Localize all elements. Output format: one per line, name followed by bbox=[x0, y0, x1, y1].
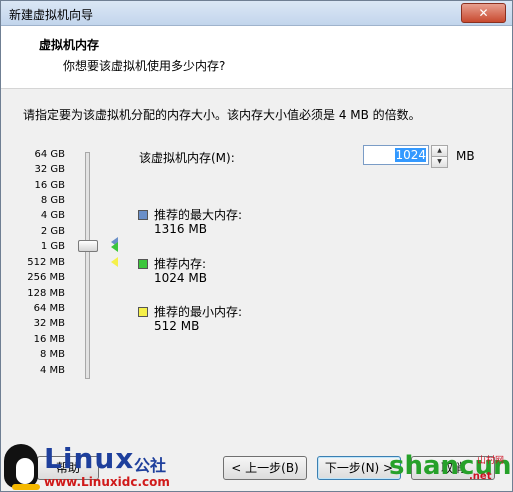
memory-value: 1024 bbox=[395, 148, 426, 162]
max-legend-swatch bbox=[138, 210, 148, 220]
watermark-linux-text: Linux bbox=[44, 442, 135, 475]
memory-input[interactable]: 1024 bbox=[363, 145, 429, 165]
scale-label: 8 MB bbox=[39, 349, 65, 360]
watermark-gongshe-text: 公社 bbox=[134, 456, 167, 475]
max-legend-value: 1316 MB bbox=[154, 222, 207, 236]
recommended-legend-swatch bbox=[138, 259, 148, 269]
scale-label: 32 GB bbox=[34, 164, 65, 175]
min-legend-label: 推荐的最小内存: bbox=[154, 305, 243, 319]
scale-label: 32 MB bbox=[33, 318, 65, 329]
shancun-watermark: shancun 山村网 .net bbox=[385, 447, 511, 492]
watermark-url: www.Linuxidc.com bbox=[44, 475, 170, 489]
window-title: 新建虚拟机向导 bbox=[9, 8, 94, 22]
instruction-text: 请指定要为该虚拟机分配的内存大小。该内存大小值必须是 4 MB 的倍数。 bbox=[23, 108, 421, 122]
scale-label: 64 MB bbox=[33, 303, 65, 314]
scale-label: 4 MB bbox=[39, 365, 65, 376]
page-title: 虚拟机内存 bbox=[39, 38, 100, 52]
scale-label: 4 GB bbox=[40, 210, 65, 221]
memory-label: 该虚拟机内存(M): bbox=[139, 151, 235, 165]
memory-unit: MB bbox=[456, 149, 475, 163]
spin-down-icon[interactable]: ▼ bbox=[431, 156, 448, 168]
scale-label: 16 GB bbox=[34, 180, 65, 191]
back-button[interactable]: < 上一步(B) bbox=[223, 456, 307, 480]
max-legend-label: 推荐的最大内存: bbox=[154, 208, 243, 222]
min-marker-icon bbox=[111, 257, 118, 267]
page-subtitle: 你想要该虚拟机使用多少内存? bbox=[63, 59, 226, 73]
content-area: 请指定要为该虚拟机分配的内存大小。该内存大小值必须是 4 MB 的倍数。 64 … bbox=[1, 89, 512, 441]
title-bar: 新建虚拟机向导 ✕ bbox=[1, 1, 512, 26]
scale-label: 8 GB bbox=[40, 195, 65, 206]
scale-label: 64 GB bbox=[34, 149, 65, 160]
wizard-header: 虚拟机内存 你想要该虚拟机使用多少内存? bbox=[1, 26, 512, 89]
memory-slider-thumb[interactable] bbox=[78, 240, 98, 252]
recommended-legend-label: 推荐内存: bbox=[154, 257, 207, 271]
scale-label: 2 GB bbox=[40, 226, 65, 237]
watermark-shancun-net: .net bbox=[469, 471, 492, 482]
scale-label: 512 MB bbox=[27, 257, 65, 268]
watermark-shancun-cn: 山村网 bbox=[477, 456, 505, 466]
scale-label: 128 MB bbox=[27, 288, 65, 299]
scale-label: 1 GB bbox=[40, 241, 65, 252]
recommended-legend-value: 1024 MB bbox=[154, 271, 207, 285]
linux-watermark: Linux 公社 www.Linuxidc.com bbox=[0, 442, 220, 492]
recommended-marker-icon bbox=[111, 242, 118, 252]
memory-spinner[interactable]: 1024 ▲ ▼ bbox=[363, 145, 448, 168]
tux-icon bbox=[4, 444, 40, 490]
memory-slider-track[interactable] bbox=[85, 152, 90, 379]
scale-label: 16 MB bbox=[33, 334, 65, 345]
min-legend-value: 512 MB bbox=[154, 319, 200, 333]
close-button[interactable]: ✕ bbox=[461, 3, 506, 23]
min-legend-swatch bbox=[138, 307, 148, 317]
wizard-window: 新建虚拟机向导 ✕ 虚拟机内存 你想要该虚拟机使用多少内存? 请指定要为该虚拟机… bbox=[0, 0, 513, 492]
scale-label: 256 MB bbox=[27, 272, 65, 283]
